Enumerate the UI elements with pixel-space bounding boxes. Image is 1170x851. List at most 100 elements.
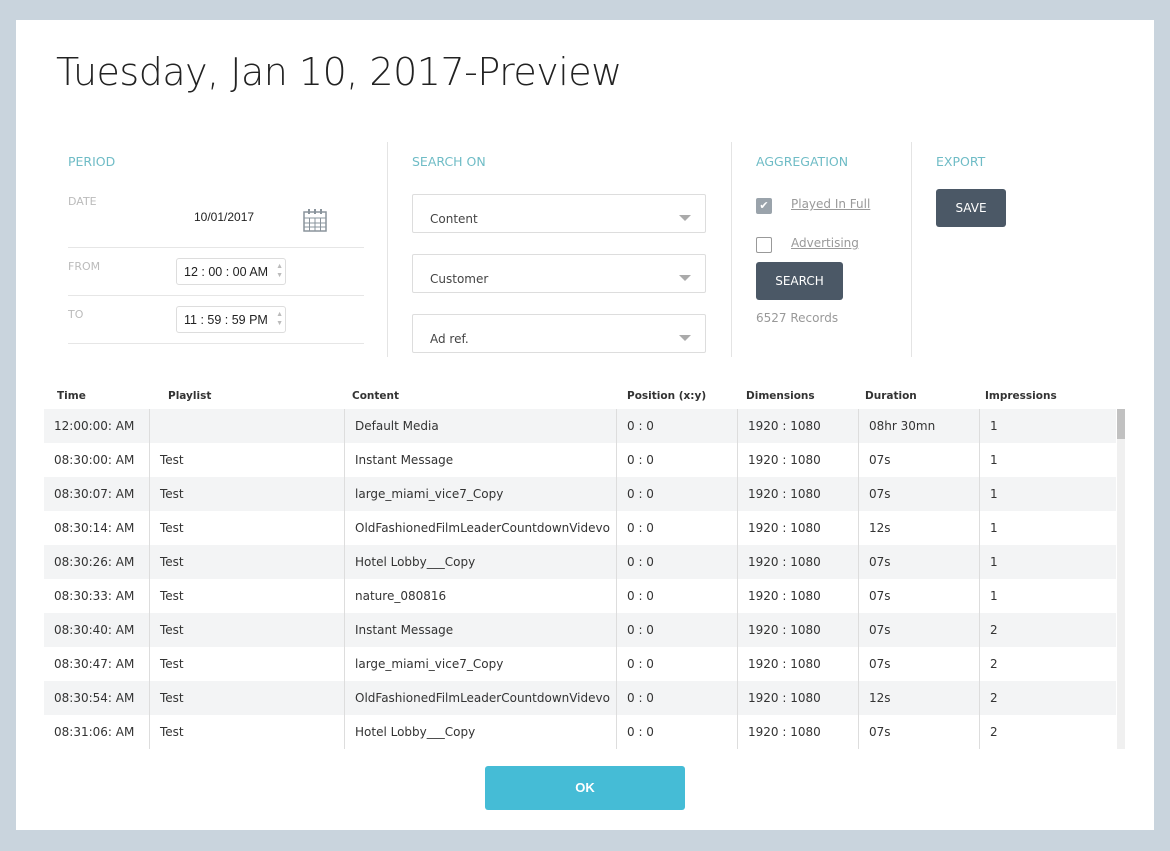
table-cell: 08:30:47: AM <box>54 657 135 671</box>
table-cell: 1920 : 1080 <box>737 477 858 511</box>
table-cell: 2 <box>979 647 1116 681</box>
ad-ref-select[interactable]: Ad ref. <box>412 314 706 353</box>
table-cell: 0 : 0 <box>616 409 737 443</box>
divider <box>68 295 364 296</box>
table-row[interactable]: 08:30:33: AM Test nature_080816 0 : 0 1920 :… <box>44 579 1116 613</box>
calendar-icon[interactable] <box>303 208 327 232</box>
table-cell: 07s <box>858 715 979 749</box>
to-time-input[interactable]: 11 : 59 : 59 PM ▲ ▼ <box>176 306 286 333</box>
table-cell: 07s <box>858 613 979 647</box>
divider <box>731 142 732 357</box>
table-cell: 08:30:26: AM <box>54 555 135 569</box>
search-on-heading: SEARCH ON <box>412 154 486 169</box>
table-cell: 1920 : 1080 <box>737 511 858 545</box>
table-cell: 0 : 0 <box>616 647 737 681</box>
table-row[interactable]: 12:00:00: AM Default Media 0 : 0 1920 : 108… <box>44 409 1116 443</box>
table-row[interactable]: 08:30:54: AM Test OldFashionedFilmLeaderCo… <box>44 681 1116 715</box>
column-header[interactable]: Duration <box>865 390 917 402</box>
played-in-full-checkbox[interactable]: ✔ <box>756 198 772 214</box>
customer-select[interactable]: Customer <box>412 254 706 293</box>
table-cell: 0 : 0 <box>616 477 737 511</box>
table-row[interactable]: 08:30:07: AM Test large_miami_vice7_Copy 0 … <box>44 477 1116 511</box>
column-header[interactable]: Playlist <box>168 390 211 402</box>
table-cell: 1920 : 1080 <box>737 613 858 647</box>
table-cell: 08:31:06: AM <box>54 725 135 739</box>
table-cell: 1920 : 1080 <box>737 545 858 579</box>
table-scrollbar[interactable] <box>1117 409 1125 749</box>
table-cell: 08:30:07: AM <box>54 487 135 501</box>
table-cell: 07s <box>858 443 979 477</box>
table-cell: 0 : 0 <box>616 579 737 613</box>
table-cell: Test <box>149 579 344 613</box>
table-cell: Test <box>149 681 344 715</box>
from-label: FROM <box>68 260 101 273</box>
table-cell: 1920 : 1080 <box>737 579 858 613</box>
table-cell: 07s <box>858 545 979 579</box>
table-cell: Test <box>149 715 344 749</box>
table-row[interactable]: 08:30:26: AM Test Hotel Lobby___Copy 0 : 01… <box>44 545 1116 579</box>
table-cell: 12s <box>858 681 979 715</box>
table-cell: 0 : 0 <box>616 613 737 647</box>
table-cell: 1 <box>979 443 1116 477</box>
spinner-icon[interactable]: ▲ ▼ <box>276 310 283 328</box>
table-cell: 1 <box>979 545 1116 579</box>
column-header[interactable]: Time <box>57 390 86 402</box>
preview-dialog: Tuesday, Jan 10, 2017-Preview PERIOD DAT… <box>16 20 1154 830</box>
table-cell: 1920 : 1080 <box>737 409 858 443</box>
table-row[interactable]: 08:30:40: AM Test Instant Message 0 : 0 1920… <box>44 613 1116 647</box>
table-row[interactable]: 08:30:47: AM Test large_miami_vice7_Copy 0 … <box>44 647 1116 681</box>
table-cell: 07s <box>858 647 979 681</box>
played-in-full-label[interactable]: Played In Full <box>791 197 870 211</box>
save-button[interactable]: SAVE <box>936 189 1006 227</box>
ok-button[interactable]: OK <box>485 766 685 810</box>
table-cell: large_miami_vice7_Copy <box>344 647 616 681</box>
table-cell: 0 : 0 <box>616 715 737 749</box>
table-cell: 1920 : 1080 <box>737 647 858 681</box>
divider <box>68 343 364 344</box>
advertising-label[interactable]: Advertising <box>791 236 859 250</box>
column-header[interactable]: Dimensions <box>746 390 815 402</box>
spinner-icon[interactable]: ▲ ▼ <box>276 262 283 280</box>
table-cell: Default Media <box>344 409 616 443</box>
divider <box>387 142 388 357</box>
table-cell: 1 <box>979 477 1116 511</box>
table-cell: 0 : 0 <box>616 681 737 715</box>
select-value: Customer <box>430 272 489 286</box>
scrollbar-thumb[interactable] <box>1117 409 1125 439</box>
content-select[interactable]: Content <box>412 194 706 233</box>
table-cell: Hotel Lobby___Copy <box>344 545 616 579</box>
table-row[interactable]: 08:31:06: AM Test Hotel Lobby___Copy 0 : 01… <box>44 715 1116 749</box>
table-cell: 12:00:00: AM <box>54 419 135 433</box>
table-cell: Test <box>149 443 344 477</box>
table-cell: 0 : 0 <box>616 443 737 477</box>
select-value: Ad ref. <box>430 332 469 346</box>
to-time-value: 11 : 59 : 59 PM <box>184 313 268 327</box>
table-cell: 1 <box>979 511 1116 545</box>
table-cell: 0 : 0 <box>616 545 737 579</box>
advertising-checkbox[interactable] <box>756 237 772 253</box>
table-cell: 08:30:00: AM <box>54 453 135 467</box>
aggregation-heading: AGGREGATION <box>756 154 849 169</box>
column-header[interactable]: Content <box>352 390 399 402</box>
table-cell: Hotel Lobby___Copy <box>344 715 616 749</box>
table-cell: 08:30:33: AM <box>54 589 135 603</box>
table-cell: Test <box>149 511 344 545</box>
search-button[interactable]: SEARCH <box>756 262 843 300</box>
table-cell: 08:30:14: AM <box>54 521 135 535</box>
chevron-down-icon <box>679 335 691 341</box>
date-value[interactable]: 10/01/2017 <box>194 210 254 224</box>
table-row[interactable]: 08:30:14: AM Test OldFashionedFilmLeaderCo… <box>44 511 1116 545</box>
from-time-input[interactable]: 12 : 00 : 00 AM ▲ ▼ <box>176 258 286 285</box>
column-header[interactable]: Impressions <box>985 390 1057 402</box>
select-value: Content <box>430 212 478 226</box>
table-cell: 2 <box>979 715 1116 749</box>
divider <box>911 142 912 357</box>
table-row[interactable]: 08:30:00: AM Test Instant Message 0 : 0 1920… <box>44 443 1116 477</box>
table-cell: 0 : 0 <box>616 511 737 545</box>
from-time-value: 12 : 00 : 00 AM <box>184 265 269 279</box>
to-label: TO <box>68 308 84 321</box>
table-cell: nature_080816 <box>344 579 616 613</box>
column-header[interactable]: Position (x:y) <box>627 390 706 402</box>
table-cell: 1920 : 1080 <box>737 715 858 749</box>
table-cell: 08hr 30mn <box>858 409 979 443</box>
